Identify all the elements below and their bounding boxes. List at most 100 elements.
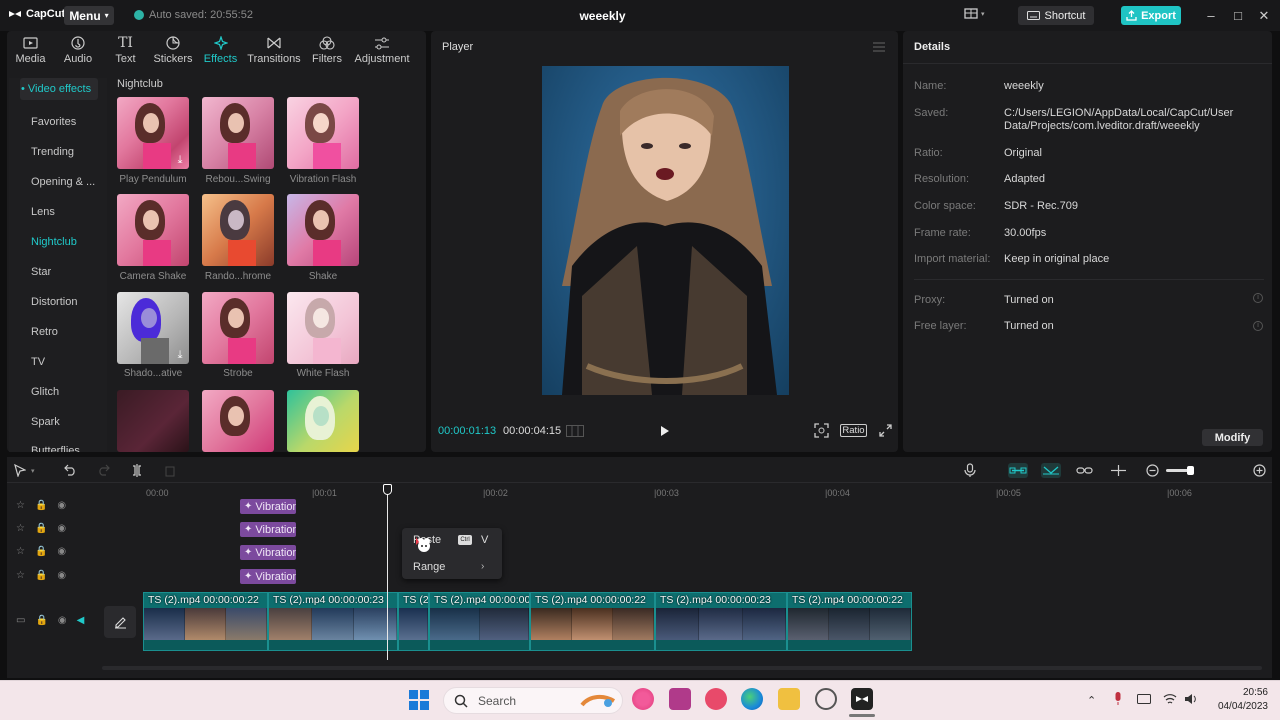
download-icon[interactable]: ⤓	[174, 154, 186, 166]
audio-mute-icon[interactable]: ◀	[77, 615, 85, 626]
lock-icon[interactable]: 🔒	[35, 500, 47, 511]
lock-icon[interactable]: 🔒	[35, 523, 47, 534]
sidebar-item-nightclub[interactable]: Nightclub	[31, 236, 77, 248]
sidebar-item-trending[interactable]: Trending	[31, 146, 74, 158]
lock-icon[interactable]: 🔒	[35, 546, 47, 557]
info-icon[interactable]: i	[1253, 293, 1263, 303]
sidebar-item-opening[interactable]: Opening & ...	[31, 176, 95, 188]
play-icon[interactable]	[660, 425, 670, 437]
cover-edit-button[interactable]	[104, 606, 136, 638]
tab-text[interactable]: TI Text	[102, 31, 149, 67]
effect-thumb-random-chrome[interactable]	[202, 194, 274, 266]
eye-icon[interactable]: ◉	[57, 500, 66, 511]
tab-adjustment[interactable]: Adjustment	[350, 31, 414, 67]
sidebar-item-lens[interactable]: Lens	[31, 206, 55, 218]
capcut-taskbar-icon[interactable]	[851, 688, 873, 710]
video-clip[interactable]: TS (2).mp4 00:00:00:22	[143, 592, 268, 651]
tab-transitions[interactable]: Transitions	[244, 31, 304, 67]
taskbar-clock[interactable]: 20:56 04/04/2023	[1210, 686, 1268, 714]
sidebar-item-spark[interactable]: Spark	[31, 416, 60, 428]
preview-axis-icon[interactable]	[1110, 463, 1127, 478]
effect-clip[interactable]: ✦ Vibration	[240, 522, 296, 537]
sidebar-item-distortion[interactable]: Distortion	[31, 296, 77, 308]
effect-thumb-camera-shake[interactable]	[117, 194, 189, 266]
undo-icon[interactable]	[64, 464, 77, 476]
video-clip[interactable]: TS (2).mp4 00:00:00:22	[530, 592, 655, 651]
eye-icon[interactable]: ◉	[57, 523, 66, 534]
wifi-icon[interactable]	[1163, 693, 1177, 705]
effect-thumb-rebound-swing[interactable]	[202, 97, 274, 169]
keyboard-tray-icon[interactable]	[1137, 694, 1151, 704]
maximize-icon[interactable]: □	[1230, 8, 1246, 23]
taskbar-search[interactable]: Search	[443, 687, 623, 714]
menu-button[interactable]: Menu ▾	[64, 6, 114, 25]
file-explorer-icon[interactable]	[778, 688, 800, 710]
app-icon-pink[interactable]	[632, 688, 654, 710]
ratio-button[interactable]: Ratio	[840, 424, 867, 437]
video-clip[interactable]: TS (2	[398, 592, 429, 651]
tab-media[interactable]: Media	[7, 31, 54, 67]
tab-stickers[interactable]: Stickers	[149, 31, 197, 67]
timeline-scrollbar[interactable]	[102, 666, 1262, 670]
effect-thumb-green[interactable]	[287, 390, 359, 452]
modify-button[interactable]: Modify	[1202, 429, 1263, 446]
layout-button[interactable]: ▾	[964, 8, 985, 19]
video-clip[interactable]: TS (2).mp4 00:00:00:23	[655, 592, 787, 651]
volume-icon[interactable]	[1184, 692, 1198, 706]
app-icon-red[interactable]	[705, 688, 727, 710]
info-icon[interactable]: i	[1253, 321, 1263, 331]
settings-icon[interactable]	[815, 688, 837, 710]
zoom-slider-handle[interactable]	[1187, 466, 1194, 475]
export-button[interactable]: Export	[1121, 6, 1181, 25]
select-tool[interactable]: ▾	[14, 464, 35, 477]
video-clip[interactable]: TS (2).mp4 00:00:00:1	[429, 592, 530, 651]
sidebar-item-glitch[interactable]: Glitch	[31, 386, 59, 398]
timeline-grid-icon[interactable]	[566, 425, 584, 437]
effect-thumb-shake[interactable]	[287, 194, 359, 266]
fit-screen-icon[interactable]	[814, 423, 829, 438]
lock-icon[interactable]: 🔒	[35, 570, 47, 581]
app-icon-purple[interactable]	[669, 688, 691, 710]
video-preview[interactable]	[542, 66, 789, 395]
video-clip[interactable]: TS (2).mp4 00:00:00:23	[268, 592, 398, 651]
fullscreen-icon[interactable]	[879, 424, 892, 437]
windows-start-icon[interactable]	[409, 690, 429, 710]
tab-effects[interactable]: Effects	[197, 31, 244, 67]
edge-browser-icon[interactable]	[741, 688, 763, 710]
eye-icon[interactable]: ◉	[58, 615, 67, 626]
effect-clip[interactable]: ✦ Vibration	[240, 545, 296, 560]
effect-thumb-dark[interactable]	[117, 390, 189, 452]
download-icon[interactable]: ⤓	[174, 349, 186, 361]
delete-icon[interactable]	[164, 464, 176, 477]
video-clip[interactable]: TS (2).mp4 00:00:00:22	[787, 592, 912, 651]
redo-icon[interactable]	[97, 464, 110, 476]
sidebar-header-video-effects[interactable]: • Video effects	[20, 78, 98, 100]
auto-snap-icon[interactable]	[1041, 463, 1061, 478]
sidebar-item-favorites[interactable]: Favorites	[31, 116, 76, 128]
eye-icon[interactable]: ◉	[57, 546, 66, 557]
context-menu-range[interactable]: Range	[413, 561, 445, 573]
playhead-handle[interactable]	[383, 484, 392, 495]
eye-icon[interactable]: ◉	[57, 570, 66, 581]
sidebar-item-star[interactable]: Star	[31, 266, 51, 278]
sidebar-item-butterflies[interactable]: Butterflies	[31, 446, 80, 452]
shortcut-button[interactable]: Shortcut	[1018, 6, 1094, 25]
lock-icon[interactable]: 🔒	[35, 615, 47, 626]
hamburger-menu-icon[interactable]	[873, 42, 885, 52]
close-icon[interactable]: ✕	[1256, 8, 1272, 24]
effect-thumb-strobe[interactable]	[202, 292, 274, 364]
split-icon[interactable]	[131, 464, 143, 477]
microphone-tray-icon[interactable]	[1113, 692, 1123, 706]
sidebar-item-retro[interactable]: Retro	[31, 326, 58, 338]
tab-audio[interactable]: Audio	[54, 31, 102, 67]
effect-thumb-vibration-flash[interactable]	[287, 97, 359, 169]
playhead-line[interactable]	[387, 490, 388, 660]
minimize-icon[interactable]: –	[1203, 8, 1219, 23]
chevron-up-icon[interactable]: ⌃	[1087, 694, 1096, 707]
effect-thumb-play-pendulum[interactable]: ⤓	[117, 97, 189, 169]
effect-clip[interactable]: ✦ Vibration	[240, 499, 296, 514]
main-track-magnet-icon[interactable]	[1008, 463, 1028, 478]
tab-filters[interactable]: Filters	[304, 31, 350, 67]
microphone-icon[interactable]	[964, 463, 976, 478]
link-icon[interactable]	[1076, 463, 1093, 478]
